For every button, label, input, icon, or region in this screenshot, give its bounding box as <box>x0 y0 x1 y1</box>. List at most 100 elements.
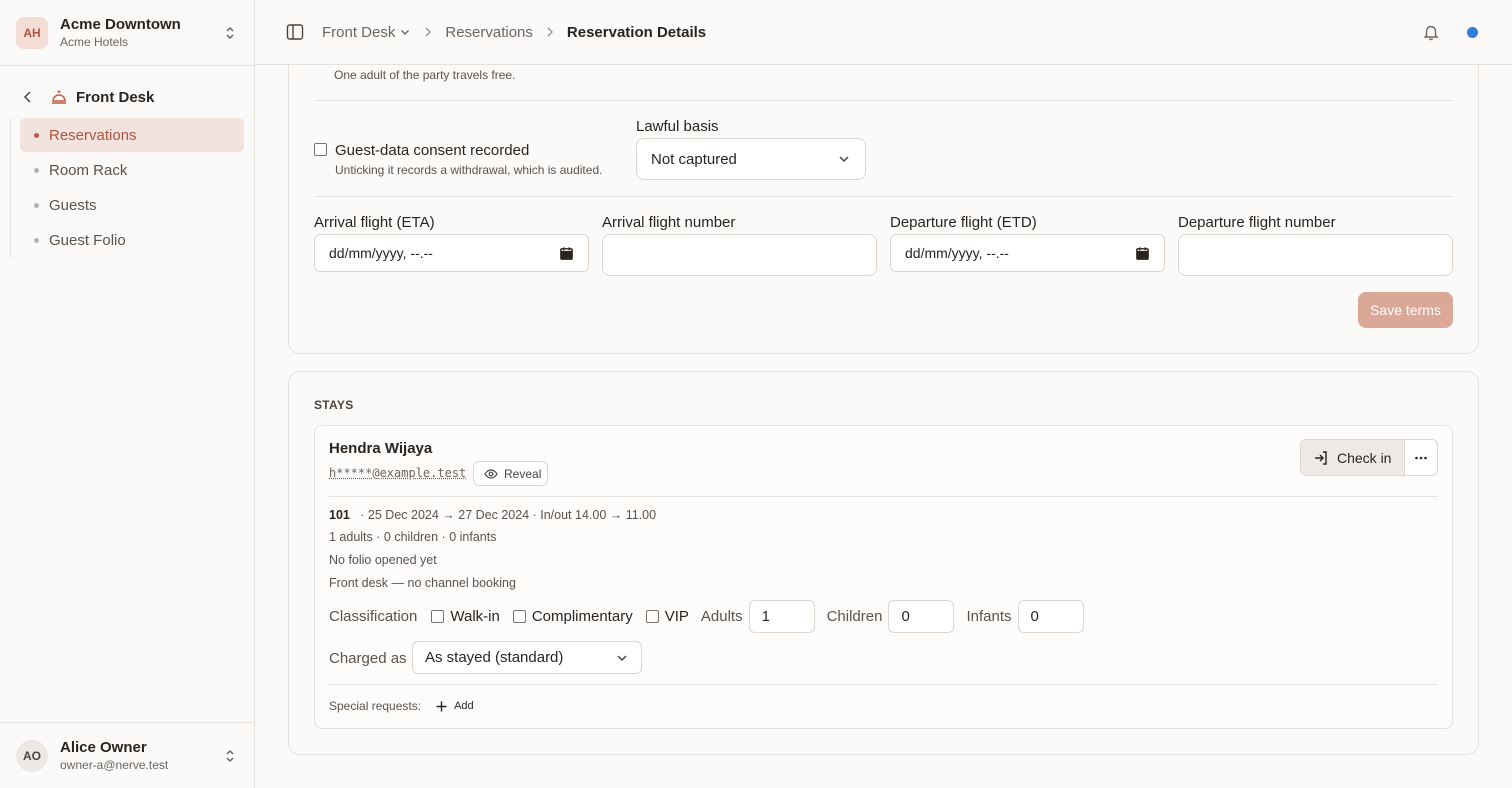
departure-etd-label: Departure flight (ETD) <box>890 214 1037 231</box>
user-menu[interactable]: AO Alice Owner owner-a@nerve.test <box>0 722 254 788</box>
arrival-eta-input[interactable]: dd/mm/yyyy, --.-- <box>314 234 589 272</box>
breadcrumb: Front Desk Reservations Reservation Deta… <box>322 24 706 41</box>
panel-left-icon[interactable] <box>285 22 305 42</box>
walkin-checkbox-row[interactable]: Walk-in <box>431 608 500 625</box>
departure-flight-input[interactable] <box>1178 234 1453 276</box>
vip-checkbox-row[interactable]: VIP <box>645 608 689 625</box>
plus-icon <box>436 701 447 711</box>
children-label: Children <box>826 608 883 625</box>
consent-checkbox[interactable] <box>314 143 327 156</box>
sidebar-item-label: Reservations <box>49 126 137 144</box>
concierge-bell-icon <box>52 90 66 104</box>
charged-as-value: As stayed (standard) <box>425 649 564 666</box>
more-actions-button[interactable] <box>1405 440 1437 475</box>
consent-label: Guest-data consent recorded <box>335 142 530 159</box>
user-avatar: AO <box>16 739 48 772</box>
calendar-icon[interactable] <box>559 246 574 261</box>
chevron-left-icon[interactable] <box>20 89 36 105</box>
vip-checkbox[interactable] <box>645 610 659 623</box>
sidebar-item-room-rack[interactable]: Room Rack <box>20 153 244 187</box>
children-input[interactable]: 0 <box>888 600 955 633</box>
arrival-eta-label: Arrival flight (ETA) <box>314 214 435 231</box>
arrival-eta-value: dd/mm/yyyy, --.-- <box>329 245 433 261</box>
bullet-icon <box>34 202 39 208</box>
adults-input[interactable]: 1 <box>748 600 815 633</box>
consent-hint: Unticking it records a withdrawal, which… <box>335 163 603 177</box>
departure-flight-label: Departure flight number <box>1178 214 1336 231</box>
lawful-basis-label: Lawful basis <box>636 118 719 135</box>
complimentary-checkbox-row[interactable]: Complimentary <box>512 608 633 625</box>
chevron-down-icon <box>401 30 410 35</box>
sidebar-nav: Reservations Room Rack Guests Guest Foli… <box>10 118 246 258</box>
consent-checkbox-row[interactable]: Guest-data consent recorded <box>314 142 529 160</box>
org-switcher[interactable]: AH Acme Downtown Acme Hotels <box>0 0 254 66</box>
log-in-icon <box>1315 450 1327 465</box>
departure-etd-input[interactable]: dd/mm/yyyy, --.-- <box>890 234 1165 272</box>
walkin-checkbox[interactable] <box>431 610 445 623</box>
check-in-label: Check in <box>1337 449 1392 466</box>
top-header: Front Desk Reservations Reservation Deta… <box>255 0 1512 65</box>
chevron-down-icon <box>839 156 849 163</box>
breadcrumb-current: Reservation Details <box>566 23 707 41</box>
room-number: 101 <box>329 508 350 522</box>
user-name: Alice Owner <box>60 738 147 756</box>
section-title: Front Desk <box>76 88 155 106</box>
stay-summary: 101 · 25 Dec 2024 → 27 Dec 2024 · In/out… <box>329 508 656 522</box>
adults-label: Adults <box>700 608 743 625</box>
occupancy-text: 1 adults · 0 children · 0 infants <box>329 530 497 544</box>
sidebar-item-reservations[interactable]: Reservations <box>20 118 244 152</box>
vip-label: VIP <box>664 608 689 625</box>
walkin-label: Walk-in <box>450 608 500 625</box>
charged-as-label: Charged as <box>329 650 407 667</box>
sidebar-item-guests[interactable]: Guests <box>20 188 244 222</box>
classification-row: Classification Walk-in Complimentary VIP… <box>329 600 1084 633</box>
guest-email-masked: h*****@example.test <box>329 466 467 480</box>
sidebar-item-label: Room Rack <box>49 161 128 179</box>
more-horizontal-icon <box>1415 456 1427 459</box>
classification-label: Classification <box>329 608 418 625</box>
eye-icon <box>484 468 498 479</box>
stays-title: STAYS <box>314 398 354 412</box>
calendar-icon[interactable] <box>1135 246 1150 261</box>
special-requests: Special requests: Add <box>329 699 474 713</box>
add-special-request-button[interactable]: Add <box>435 700 474 713</box>
check-in-button[interactable]: Check in <box>1301 440 1405 475</box>
section-header: Front Desk <box>20 86 154 108</box>
chevron-down-icon <box>617 654 627 661</box>
reveal-button[interactable]: Reveal <box>473 461 548 486</box>
bullet-icon <box>34 167 39 173</box>
folio-status: No folio opened yet <box>329 553 437 567</box>
reveal-label: Reveal <box>504 466 542 481</box>
bullet-icon <box>34 237 39 243</box>
divider <box>329 496 1438 497</box>
arrival-flight-input[interactable] <box>602 234 877 276</box>
save-terms-button[interactable]: Save terms <box>1358 292 1453 328</box>
status-indicator[interactable] <box>1467 27 1478 38</box>
departure-etd-value: dd/mm/yyyy, --.-- <box>905 245 1009 261</box>
org-name: Acme Downtown <box>60 15 181 33</box>
complimentary-label: Complimentary <box>531 608 633 625</box>
divider <box>314 196 1453 197</box>
arrival-flight-label: Arrival flight number <box>602 214 736 231</box>
chevron-right-icon <box>425 27 432 37</box>
add-label: Add <box>454 700 474 712</box>
sidebar-item-guest-folio[interactable]: Guest Folio <box>20 223 244 257</box>
breadcrumb-reservations[interactable]: Reservations <box>445 24 533 41</box>
complimentary-checkbox[interactable] <box>512 610 526 623</box>
sidebar-item-label: Guest Folio <box>49 231 126 249</box>
breadcrumb-front-desk[interactable]: Front Desk <box>322 24 411 41</box>
bell-icon[interactable] <box>1422 23 1440 41</box>
chevron-right-icon <box>547 27 553 37</box>
org-subtitle: Acme Hotels <box>60 34 129 49</box>
party-note: One adult of the party travels free. <box>334 68 516 82</box>
channel-text: Front desk — no channel booking <box>329 576 516 590</box>
bullet-icon <box>34 132 39 138</box>
stay-dates: · 25 Dec 2024 → 27 Dec 2024 · In/out 14.… <box>360 508 657 522</box>
guest-name[interactable]: Hendra Wijaya <box>329 440 432 457</box>
charged-as-select[interactable]: As stayed (standard) <box>412 641 642 674</box>
check-in-split-button: Check in <box>1300 439 1438 476</box>
divider <box>329 684 1438 685</box>
infants-input[interactable]: 0 <box>1017 600 1084 633</box>
lawful-basis-select[interactable]: Not captured <box>636 138 866 180</box>
special-requests-label: Special requests: <box>329 699 422 713</box>
